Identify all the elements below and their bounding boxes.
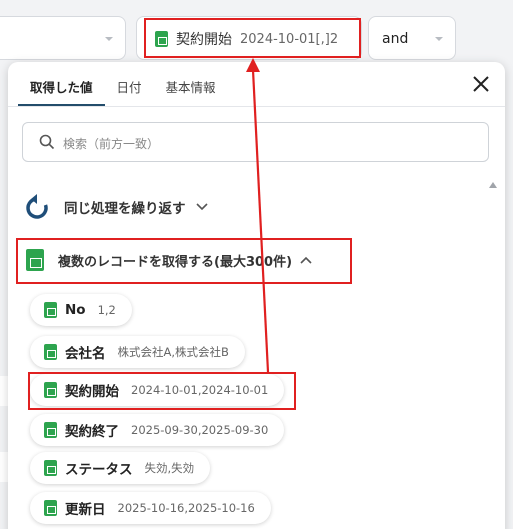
page: 契約開始 2024-10-01[,]2 and 取得した値 日付 基本情報 検索… [0, 0, 513, 529]
annotation-arrow [246, 58, 270, 373]
